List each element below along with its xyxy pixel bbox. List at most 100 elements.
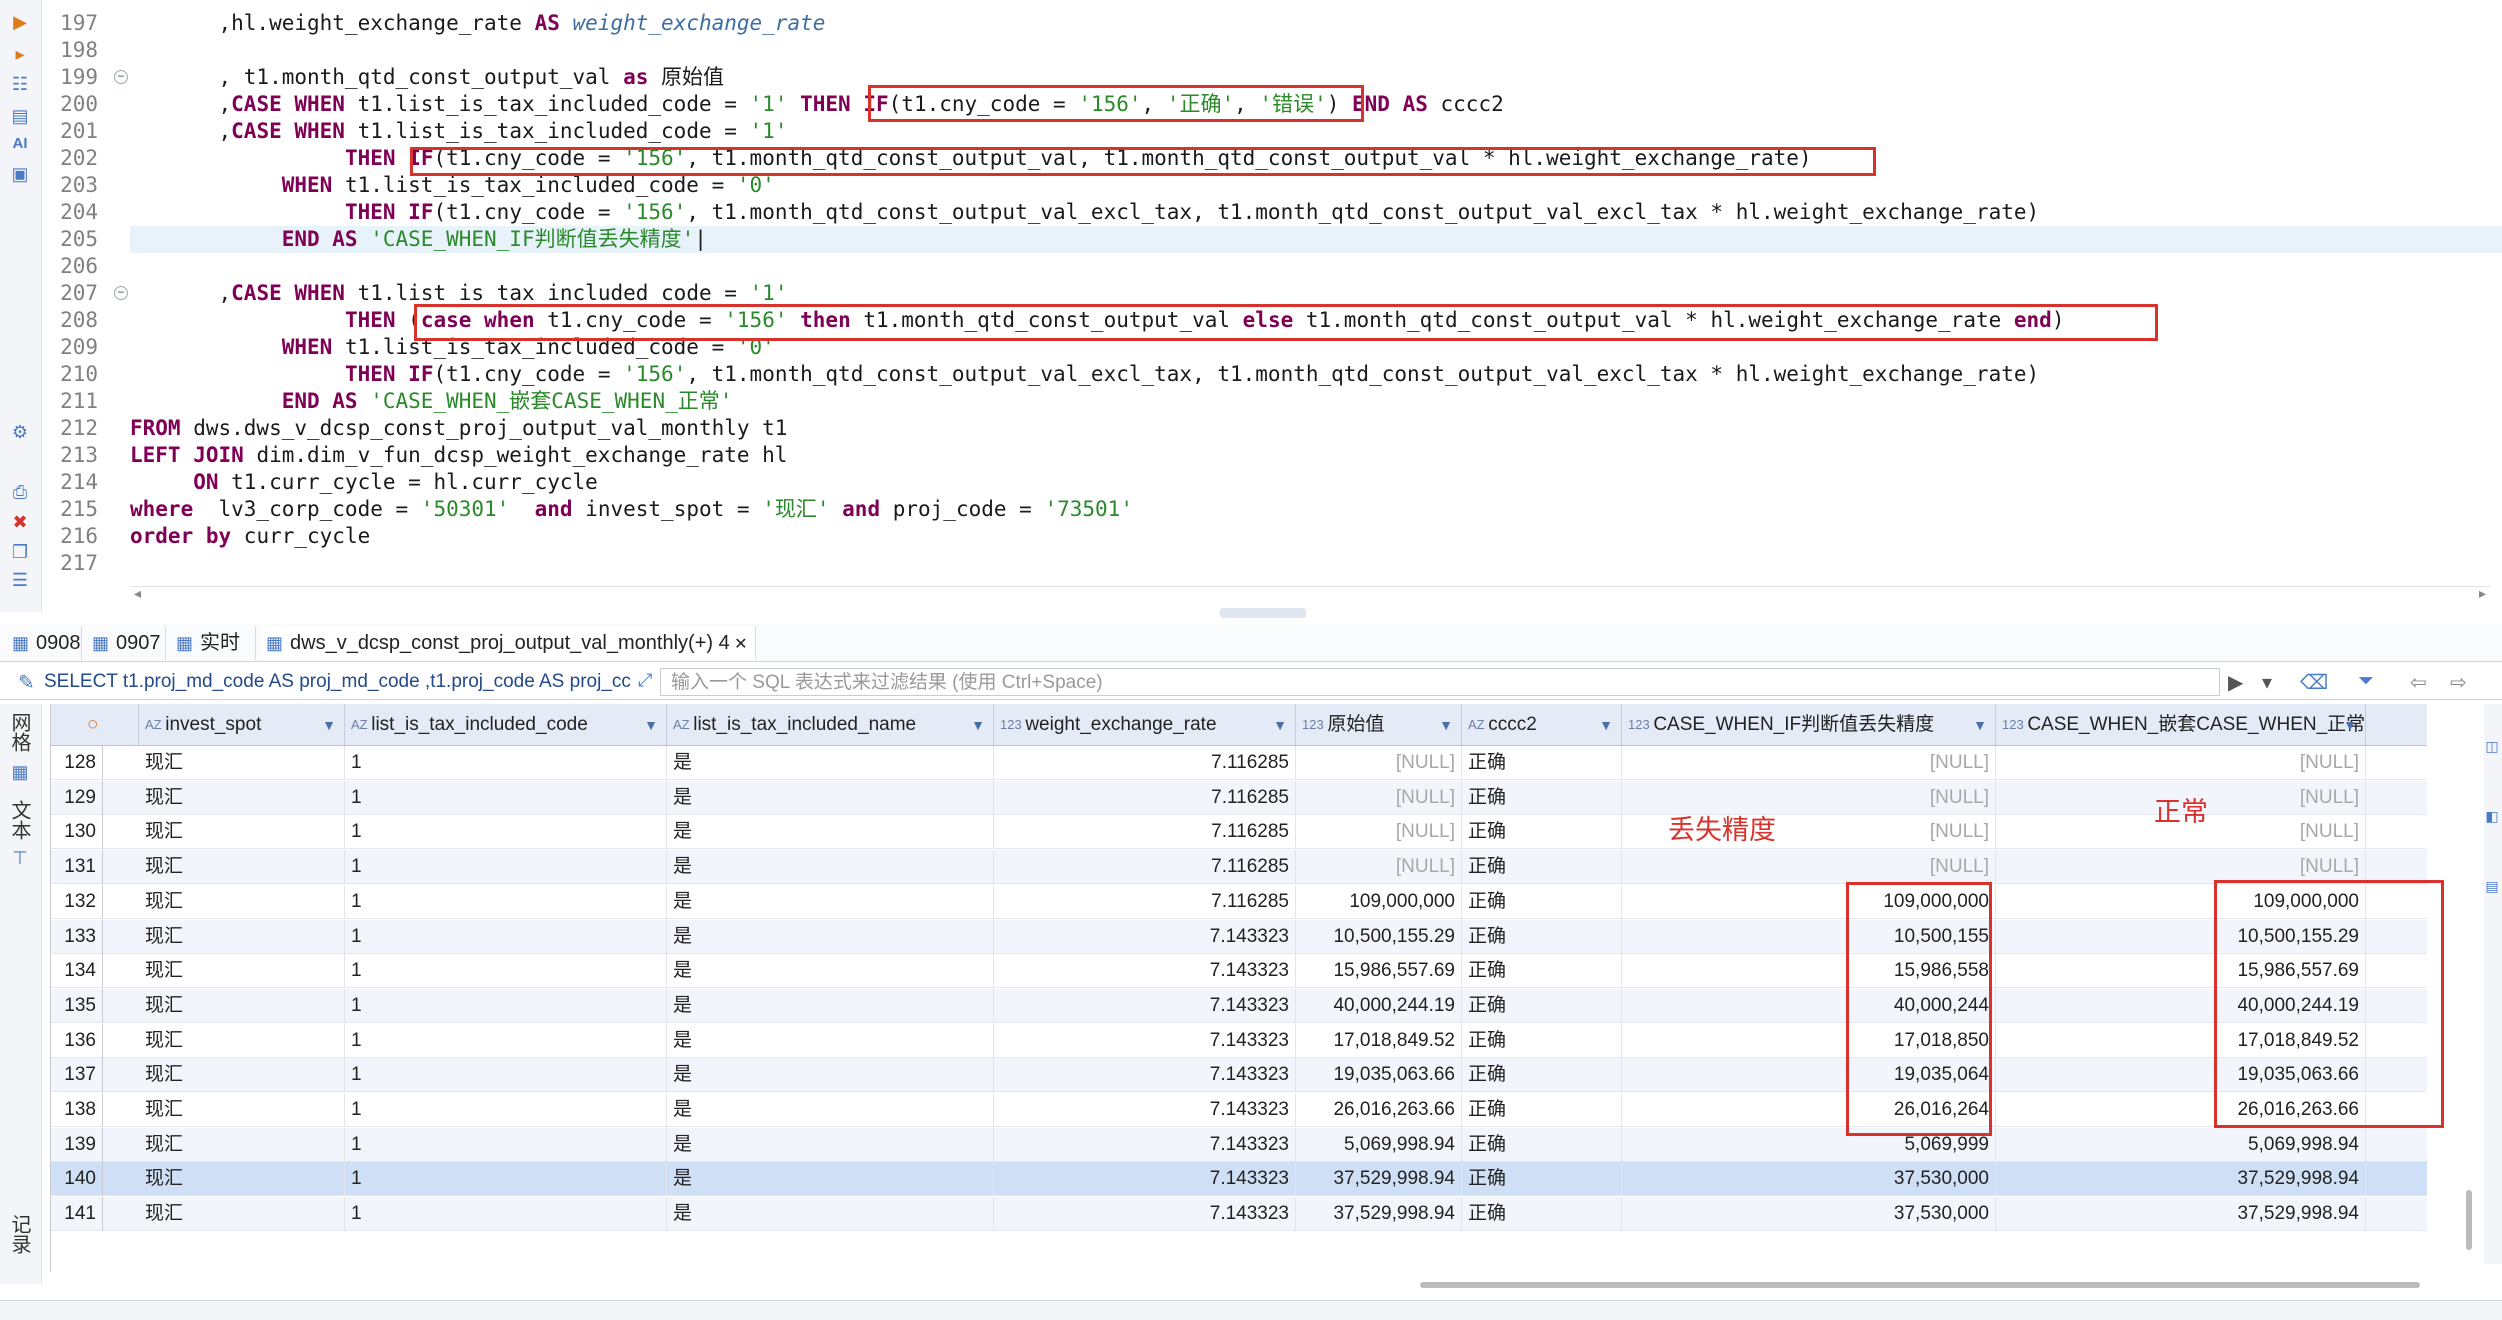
table-row[interactable]: 136 现汇 1 是 7.143323 17,018,849.52 正确 17,018,850… (51, 1023, 2427, 1058)
row-number[interactable]: 139 (51, 1127, 103, 1162)
table-cell[interactable]: 是 (667, 1127, 994, 1162)
row-number[interactable]: 138 (51, 1093, 103, 1127)
code-line[interactable]: THEN IF(t1.cny_code = '156', t1.month_qt… (130, 361, 2039, 388)
table-cell[interactable]: 7.116285 (994, 884, 1296, 919)
table-cell[interactable]: 1 (345, 850, 667, 885)
history-icon[interactable]: ▤ (8, 104, 32, 128)
table-cell[interactable]: 1 (345, 1058, 667, 1093)
table-cell[interactable]: 109,000,000 (1296, 884, 1462, 919)
result-tab[interactable]: ▦ dws_v_dcsp_const_proj_output_val_monthl… (260, 626, 756, 660)
table-cell[interactable]: 7.143323 (994, 954, 1296, 989)
table-cell[interactable]: 7.143323 (994, 988, 1296, 1023)
table-cell[interactable]: 是 (667, 815, 994, 850)
table-cell[interactable]: 1 (345, 1197, 667, 1232)
code-line[interactable]: ,CASE WHEN t1.list_is_tax_included_code … (130, 280, 788, 307)
table-cell[interactable]: 正确 (1462, 1162, 1622, 1197)
table-cell[interactable]: 正确 (1462, 954, 1622, 989)
grid-vertical-scrollbar[interactable] (2466, 1190, 2472, 1250)
table-cell[interactable]: 1 (345, 919, 667, 954)
gear-icon[interactable]: ⚙ (8, 420, 32, 444)
table-cell[interactable]: 10,500,155.29 (1296, 919, 1462, 954)
result-tab[interactable]: ▦ 实时 (170, 626, 256, 660)
table-cell[interactable]: 现汇 (139, 746, 345, 780)
table-cell[interactable]: 7.143323 (994, 1093, 1296, 1127)
copy-icon[interactable]: ❐ (8, 540, 32, 564)
column-header[interactable]: AZ cccc2 ▼ (1462, 704, 1622, 746)
table-cell[interactable]: 正确 (1462, 780, 1622, 815)
explain-plan-icon[interactable]: ☷ (8, 72, 32, 96)
table-cell[interactable]: 37,530,000 (1622, 1197, 1996, 1232)
table-cell[interactable]: 7.143323 (994, 1162, 1296, 1197)
calc-icon[interactable]: ▤ (2480, 874, 2502, 898)
fold-toggle-icon[interactable]: − (114, 70, 128, 84)
code-line[interactable]: FROM dws.dws_v_dcsp_const_proj_output_va… (130, 415, 787, 442)
sort-dropdown-icon[interactable]: ▼ (971, 704, 985, 746)
table-cell[interactable]: 是 (667, 1058, 994, 1093)
row-number[interactable]: 136 (51, 1023, 103, 1058)
code-line[interactable]: END AS 'CASE_WHEN_IF判断值丢失精度'| (130, 226, 2502, 253)
table-cell[interactable]: 是 (667, 850, 994, 885)
row-number[interactable]: 134 (51, 954, 103, 989)
terminal-icon[interactable]: ▣ (8, 162, 32, 186)
grid-corner[interactable]: ○ (51, 704, 139, 746)
code-line[interactable]: order by curr_cycle (130, 523, 370, 550)
table-cell[interactable]: [NULL] (1296, 815, 1462, 850)
table-cell[interactable]: 1 (345, 1127, 667, 1162)
back-icon[interactable]: ⇦ (2410, 670, 2427, 695)
table-cell[interactable]: 7.143323 (994, 1127, 1296, 1162)
table-cell[interactable]: 40,000,244.19 (1296, 988, 1462, 1023)
table-cell[interactable]: 正确 (1462, 1058, 1622, 1093)
table-cell[interactable]: 1 (345, 988, 667, 1023)
table-cell[interactable]: [NULL] (1296, 746, 1462, 780)
table-cell[interactable]: 1 (345, 780, 667, 815)
code-line[interactable]: WHEN t1.list_is_tax_included_code = '0' (130, 172, 775, 199)
play-filter-icon[interactable]: ▶ (2228, 670, 2243, 695)
table-cell[interactable]: 19,035,063.66 (1296, 1058, 1462, 1093)
forward-icon[interactable]: ⇨ (2450, 670, 2467, 695)
column-header[interactable]: 123 weight_exchange_rate ▼ (994, 704, 1296, 746)
grid-horizontal-scrollbar[interactable] (1420, 1282, 2420, 1288)
filter-input[interactable]: 输入一个 SQL 表达式来过滤结果 (使用 Ctrl+Space) (660, 668, 2220, 696)
sort-dropdown-icon[interactable]: ▼ (1439, 704, 1453, 746)
table-cell[interactable]: 1 (345, 1162, 667, 1197)
sort-dropdown-icon[interactable]: ▼ (322, 704, 336, 746)
table-cell[interactable]: 是 (667, 1023, 994, 1058)
sort-dropdown-icon[interactable]: ▼ (1599, 704, 1613, 746)
code-line[interactable]: LEFT JOIN dim.dim_v_fun_dcsp_weight_exch… (130, 442, 787, 469)
table-cell[interactable]: 正确 (1462, 746, 1622, 780)
table-cell[interactable]: 26,016,263.66 (1296, 1093, 1462, 1127)
table-row[interactable]: 137 现汇 1 是 7.143323 19,035,063.66 正确 19,035,064… (51, 1058, 2427, 1093)
table-row[interactable]: 135 现汇 1 是 7.143323 40,000,244.19 正确 40,000,244… (51, 988, 2427, 1023)
row-number[interactable]: 133 (51, 919, 103, 954)
table-cell[interactable]: 1 (345, 884, 667, 919)
table-cell[interactable]: 现汇 (139, 850, 345, 885)
fold-toggle-icon[interactable]: − (114, 286, 128, 300)
table-cell[interactable]: 现汇 (139, 1093, 345, 1127)
table-cell[interactable]: 37,529,998.94 (1296, 1197, 1462, 1232)
table-row[interactable]: 134 现汇 1 是 7.143323 15,986,557.69 正确 15,986,558… (51, 954, 2427, 989)
table-cell[interactable]: 正确 (1462, 815, 1622, 850)
table-cell[interactable]: [NULL] (1996, 746, 2366, 780)
table-cell[interactable]: 7.116285 (994, 746, 1296, 780)
table-cell[interactable]: 1 (345, 1093, 667, 1127)
table-cell[interactable]: [NULL] (1296, 850, 1462, 885)
table-cell[interactable]: [NULL] (1996, 850, 2366, 885)
table-cell[interactable]: 正确 (1462, 1197, 1622, 1232)
table-cell[interactable]: 现汇 (139, 1023, 345, 1058)
table-cell[interactable]: 现汇 (139, 815, 345, 850)
code-line[interactable]: , t1.month_qtd_const_output_val as 原始值 (130, 64, 725, 91)
row-number[interactable]: 132 (51, 884, 103, 919)
table-cell[interactable]: 现汇 (139, 1058, 345, 1093)
funnel-icon[interactable]: ⏷ (2358, 670, 2374, 693)
row-number[interactable]: 141 (51, 1197, 103, 1232)
sql-preview[interactable]: SELECT t1.proj_md_code AS proj_md_code ,… (14, 668, 632, 696)
table-cell[interactable]: 现汇 (139, 988, 345, 1023)
table-cell[interactable]: 7.143323 (994, 1197, 1296, 1232)
table-cell[interactable]: 15,986,557.69 (1296, 954, 1462, 989)
table-cell[interactable]: 37,530,000 (1622, 1162, 1996, 1197)
code-line[interactable]: where lv3_corp_code = '50301' and invest… (130, 496, 1133, 523)
column-header[interactable]: 123 CASE_WHEN_IF判断值丢失精度 ▼ (1622, 704, 1996, 746)
table-cell[interactable]: 37,529,998.94 (1996, 1162, 2366, 1197)
table-cell[interactable]: 7.116285 (994, 850, 1296, 885)
table-row[interactable]: 131 现汇 1 是 7.116285 [NULL] 正确 [NULL] [NULL] (51, 850, 2427, 885)
